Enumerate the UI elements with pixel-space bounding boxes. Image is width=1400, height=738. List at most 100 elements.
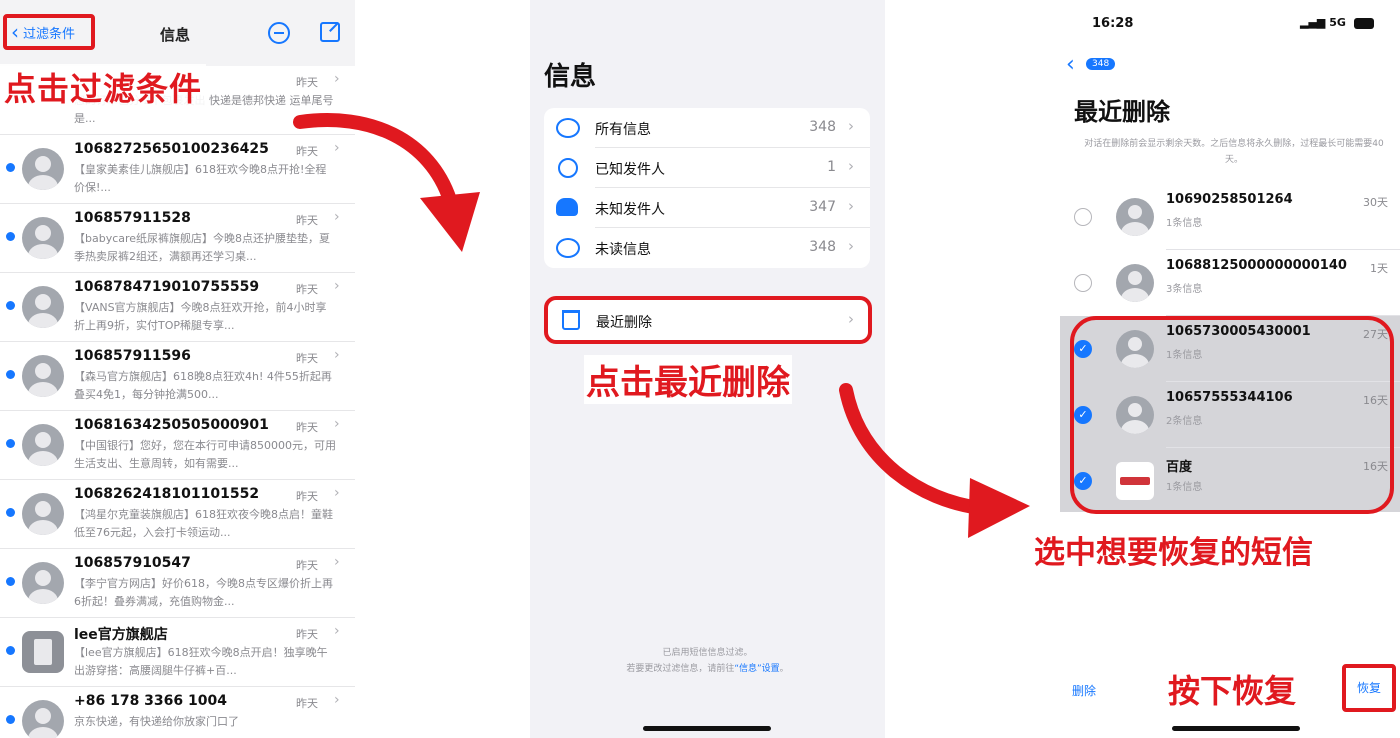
unread-dot bbox=[6, 301, 15, 310]
person-icon bbox=[22, 355, 64, 397]
chevron-right-icon: › bbox=[334, 623, 340, 639]
days-remaining: 30天 bbox=[1363, 196, 1388, 209]
filter-label: 未知发件人 bbox=[595, 202, 665, 218]
filter-row-unread[interactable]: 未读信息 348 › bbox=[544, 228, 870, 268]
sender-name: +86 178 3366 1004 bbox=[74, 693, 227, 709]
filter-count: 348 bbox=[809, 119, 836, 135]
sender-name: 106857910547 bbox=[74, 555, 191, 571]
person-icon bbox=[22, 286, 64, 328]
settings-link[interactable]: “信息”设置 bbox=[734, 664, 779, 674]
person-icon bbox=[22, 424, 64, 466]
network-label: 5G bbox=[1329, 16, 1346, 29]
sender-name: 10681634250505000901 bbox=[74, 417, 269, 433]
home-indicator bbox=[643, 726, 771, 731]
list-item[interactable]: 106857911596 昨天 › 【森马官方旗舰店】618晚8点狂欢4h! 4件55… bbox=[0, 342, 355, 411]
person-circle-icon bbox=[558, 158, 578, 178]
filter-row-all[interactable]: 所有信息 348 › bbox=[544, 108, 870, 148]
filter-back-button[interactable]: ‹ 过滤条件 bbox=[3, 14, 95, 50]
message-count: 1条信息 bbox=[1166, 218, 1203, 229]
sender-name: 1068784719010755559 bbox=[74, 279, 260, 295]
back-count-badge[interactable]: 348 bbox=[1086, 58, 1116, 70]
unread-dot bbox=[6, 508, 15, 517]
message-time: 昨天 bbox=[296, 559, 318, 572]
chevron-right-icon: › bbox=[848, 310, 854, 328]
person-icon bbox=[22, 493, 64, 535]
filter-footer: 已启用短信信息过滤。 若要更改过滤信息，请前往“信息”设置。 bbox=[530, 645, 885, 677]
unread-dot bbox=[6, 439, 15, 448]
chevron-right-icon: › bbox=[848, 197, 854, 215]
person-icon bbox=[22, 217, 64, 259]
message-preview: 【鸿星尔克童装旗舰店】618狂欢夜今晚8点启！童鞋低至76元起，入会打卡领运动.… bbox=[74, 508, 333, 539]
annotation-step3: 选中想要恢复的短信 bbox=[1034, 527, 1313, 572]
message-preview: 【lee官方旗舰店】618狂欢今晚8点开启！独享晚午出游穿搭：高腰阔腿牛仔裤+百… bbox=[74, 646, 328, 677]
chevron-right-icon: › bbox=[334, 71, 340, 87]
annotation-selection-box bbox=[1070, 316, 1394, 514]
list-item[interactable]: 1068784719010755559 昨天 › 【VANS官方旗舰店】今晚8点狂欢开… bbox=[0, 273, 355, 342]
unread-dot bbox=[6, 232, 15, 241]
days-remaining: 1天 bbox=[1370, 262, 1388, 275]
recently-deleted-label: 最近删除 bbox=[596, 315, 652, 331]
person-icon bbox=[22, 700, 64, 738]
chevron-right-icon: › bbox=[848, 117, 854, 135]
chevron-left-icon: ‹ bbox=[11, 20, 19, 44]
unchecked-radio[interactable] bbox=[1074, 274, 1092, 292]
footer-settings-line: 若要更改过滤信息，请前往“信息”设置。 bbox=[530, 661, 885, 677]
deleted-conversation-row[interactable]: 10688125000000000140 3条信息 1天 bbox=[1060, 250, 1400, 316]
recover-button[interactable]: 恢复 bbox=[1342, 664, 1396, 712]
list-item[interactable]: 106826241810110155​2 昨天 › 【鸿星尔克童装旗舰店】618狂欢夜… bbox=[0, 480, 355, 549]
unchecked-radio[interactable] bbox=[1074, 208, 1092, 226]
sender-name: lee官方旗舰店 bbox=[74, 627, 168, 643]
message-time: 昨天 bbox=[296, 490, 318, 503]
annotation-arrow-1 bbox=[293, 113, 480, 252]
status-bar-right: ▂▄▆ 5G bbox=[1300, 16, 1374, 29]
recently-deleted-row[interactable]: 最近删除 › bbox=[544, 296, 872, 344]
chevron-right-icon: › bbox=[334, 692, 340, 708]
page-title: 信息 bbox=[544, 62, 597, 92]
delete-button[interactable]: 删除 bbox=[1072, 682, 1096, 699]
unread-dot bbox=[6, 577, 15, 586]
unread-bubble-icon bbox=[556, 238, 580, 258]
person-icon bbox=[1116, 198, 1154, 236]
list-item[interactable]: 106857910547 昨天 › 【李宁官方网店】好价618，今晚8点专区爆价折上再… bbox=[0, 549, 355, 618]
unread-dot bbox=[6, 646, 15, 655]
deleted-conversation-row[interactable]: 10690258501264 1条信息 30天 bbox=[1060, 184, 1400, 250]
sender-name: 10690258501264 bbox=[1166, 192, 1293, 207]
page-description: 对话在删除前会显示剩余天数。之后信息将永久删除，过程最长可能需要40天。 bbox=[1084, 139, 1384, 165]
list-item[interactable]: 10681634250505000901 昨天 › 【中国银行】您好，您在本行可申请8… bbox=[0, 411, 355, 480]
chevron-right-icon: › bbox=[848, 237, 854, 255]
sender-name: 106826241810110155​2 bbox=[74, 486, 260, 502]
chevron-right-icon: › bbox=[334, 347, 340, 363]
annotation-arrow-2 bbox=[839, 383, 1030, 538]
message-time: 昨天 bbox=[296, 283, 318, 296]
filter-row-unknown[interactable]: 未知发件人 347 › bbox=[544, 188, 870, 228]
footer-text: 若要更改过滤信息，请前往 bbox=[626, 664, 735, 674]
unread-dot bbox=[6, 163, 15, 172]
footer-text: 。 bbox=[779, 664, 789, 674]
home-indicator bbox=[1172, 726, 1300, 731]
chevron-right-icon: › bbox=[334, 278, 340, 294]
filter-row-known[interactable]: 已知发件人 1 › bbox=[544, 148, 870, 188]
message-preview: 【森马官方旗舰店】618晚8点狂欢4h! 4件55折起再叠买4免1，每分钟抢满5… bbox=[74, 370, 332, 401]
filter-back-label: 过滤条件 bbox=[23, 26, 76, 42]
status-time: 16:28 bbox=[1092, 16, 1134, 31]
back-chevron-icon[interactable]: ‹ bbox=[1066, 52, 1075, 77]
sender-name: 10688125000000000140 bbox=[1166, 258, 1347, 273]
filter-label: 未读信息 bbox=[595, 242, 651, 258]
recently-deleted-panel: 16:28 ▂▄▆ 5G ‹ 348 最近删除 对话在删除前会显示剩余天数。之后… bbox=[1034, 0, 1400, 738]
sender-name: 10682725650100236425 bbox=[74, 141, 269, 157]
compose-icon[interactable] bbox=[320, 22, 340, 42]
filters-panel: 信息 所有信息 348 › 已知发件人 1 › 未知发件人 347 › 未读信息… bbox=[530, 0, 885, 738]
filter-count: 348 bbox=[809, 239, 836, 255]
person-icon bbox=[22, 148, 64, 190]
more-options-icon[interactable] bbox=[268, 22, 290, 44]
filter-card: 所有信息 348 › 已知发件人 1 › 未知发件人 347 › 未读信息 34… bbox=[544, 108, 870, 268]
list-item[interactable]: lee官方旗舰店 昨天 › 【lee官方旗舰店】618狂欢今晚8点开启！独享晚午出游穿… bbox=[0, 618, 355, 687]
annotation-step1: 点击过滤条件 bbox=[0, 64, 207, 110]
nav-bar: ‹ 过滤条件 信息 bbox=[0, 0, 355, 66]
message-preview: 【李宁官方网店】好价618，今晚8点专区爆价折上再6折起！叠券满减，充值购物金.… bbox=[74, 577, 333, 608]
annotation-step4: 按下恢复 bbox=[1168, 672, 1297, 710]
filter-count: 347 bbox=[809, 199, 836, 215]
list-item[interactable]: +86 178 3366 1004 昨天 › 京东快递，有快递给你放家门口了 bbox=[0, 687, 355, 738]
person-icon bbox=[1116, 264, 1154, 302]
message-preview: 【中国银行】您好，您在本行可申请850000元，可用生活支出、生意周转，如有需要… bbox=[74, 439, 336, 470]
